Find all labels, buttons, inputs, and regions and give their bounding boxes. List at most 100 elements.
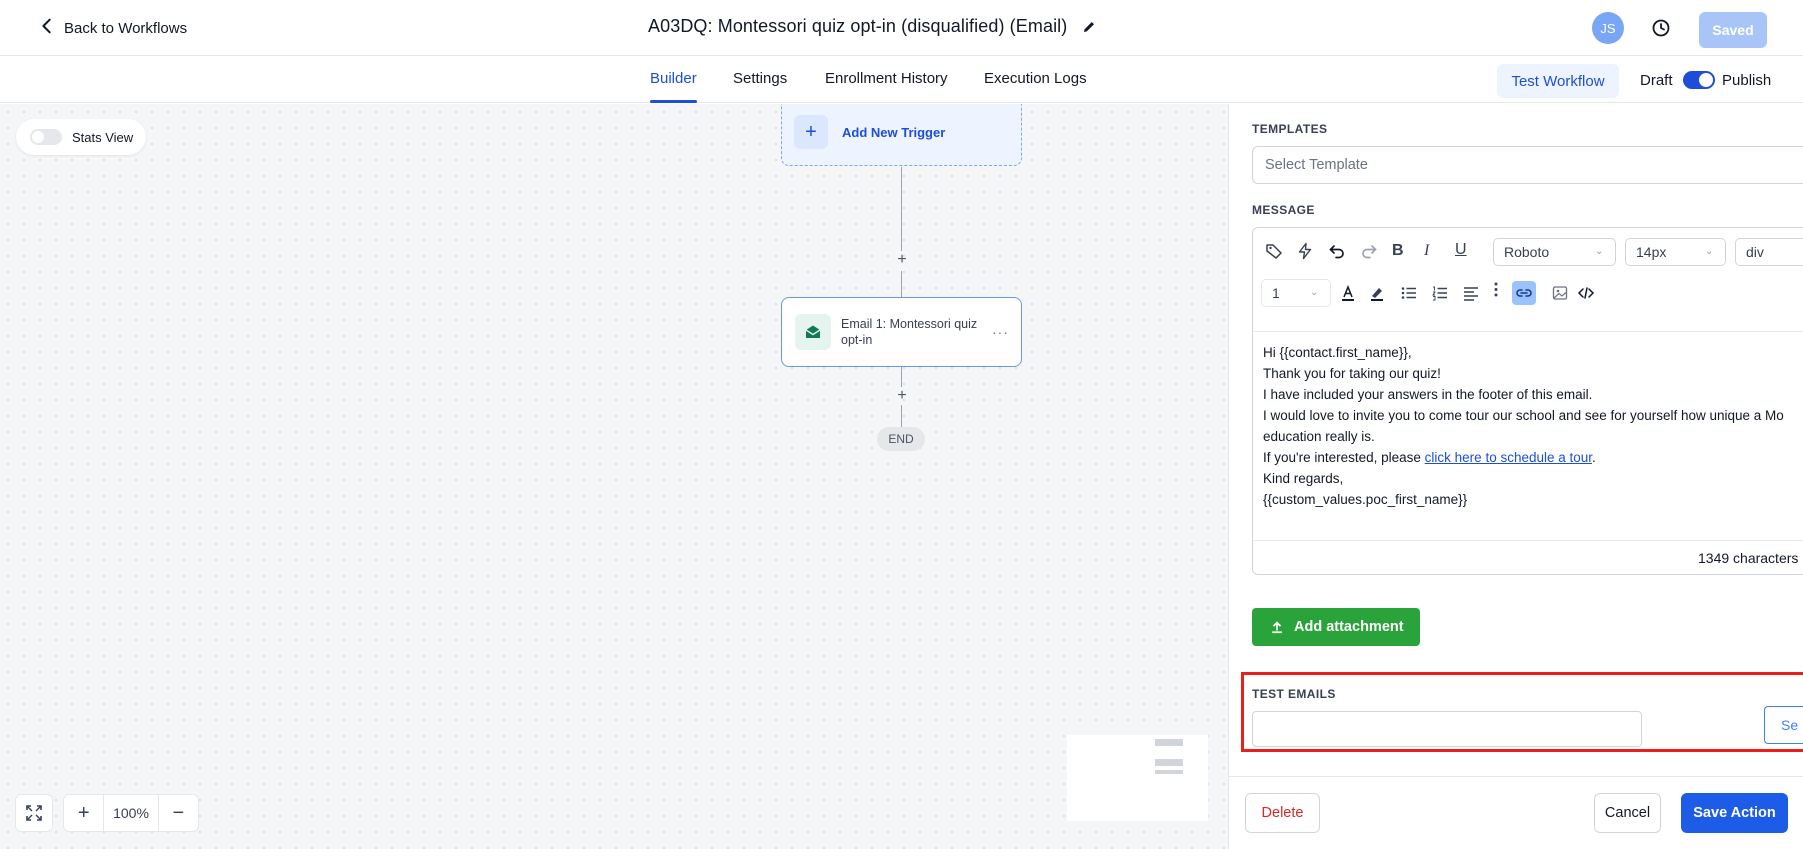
zoom-in-button[interactable]: + xyxy=(64,795,103,831)
action-settings-panel: TEMPLATES Select Template MESSAGE B I U … xyxy=(1228,104,1803,849)
chevron-down-icon: ⌄ xyxy=(1595,246,1604,257)
zoom-out-button[interactable]: − xyxy=(159,795,198,831)
select-template-dropdown[interactable]: Select Template xyxy=(1252,146,1803,184)
more-options-icon[interactable]: ··· xyxy=(992,324,1009,340)
workflow-title: A03DQ: Montessori quiz opt-in (disqualif… xyxy=(648,16,1068,36)
back-to-workflows-link[interactable]: Back to Workflows xyxy=(38,17,187,39)
code-icon[interactable] xyxy=(1575,282,1597,304)
publish-toggle[interactable] xyxy=(1683,71,1715,89)
connector-line xyxy=(901,271,902,298)
tab-builder[interactable]: Builder xyxy=(650,70,697,87)
editor-toolbar-row-2: 1 ⌄ xyxy=(1253,276,1803,316)
text-color-icon[interactable] xyxy=(1337,282,1359,304)
save-action-button[interactable]: Save Action xyxy=(1681,793,1788,833)
add-new-trigger-node[interactable]: + Add New Trigger xyxy=(781,104,1022,166)
active-tab-indicator xyxy=(650,100,697,103)
chevron-left-icon xyxy=(38,17,56,39)
zoom-controls: + 100% − xyxy=(63,794,199,832)
publish-label: Publish xyxy=(1722,72,1772,89)
plus-icon: + xyxy=(794,115,828,149)
font-size-value: 14px xyxy=(1636,244,1667,260)
line-height-select[interactable]: 1 ⌄ xyxy=(1261,279,1331,307)
test-emails-label: TEST EMAILS xyxy=(1252,687,1336,701)
message-line: {{custom_values.poc_first_name}} xyxy=(1263,492,1468,507)
workflow-canvas[interactable]: Stats View + Add New Trigger + Email 1: … xyxy=(0,104,1228,849)
avatar[interactable]: JS xyxy=(1592,12,1624,44)
test-emails-input[interactable] xyxy=(1252,711,1642,747)
italic-icon[interactable]: I xyxy=(1424,242,1429,260)
workflow-title-group: A03DQ: Montessori quiz opt-in (disqualif… xyxy=(648,16,1097,37)
message-editor[interactable]: B I U Roboto ⌄ 14px ⌄ div 1 ⌄ Hi {{conta… xyxy=(1252,227,1803,575)
redo-icon[interactable] xyxy=(1358,240,1380,262)
test-emails-section: TEST EMAILS Se xyxy=(1241,672,1803,752)
numbered-list-icon[interactable] xyxy=(1429,282,1451,304)
upload-icon xyxy=(1272,621,1282,634)
add-attachment-label: Add attachment xyxy=(1294,619,1404,635)
minimap-bar xyxy=(1155,739,1183,746)
send-test-email-button[interactable]: Se xyxy=(1764,706,1803,744)
message-line: Thank you for taking our quiz! xyxy=(1263,366,1441,381)
message-line: If you're interested, please click here … xyxy=(1263,447,1803,468)
connector-line xyxy=(901,405,902,427)
email-envelope-icon xyxy=(795,314,831,350)
highlight-color-icon[interactable] xyxy=(1366,282,1388,304)
editor-toolbar-row-1: B I U Roboto ⌄ 14px ⌄ div xyxy=(1253,235,1803,275)
message-line: Hi {{contact.first_name}}, xyxy=(1263,345,1412,360)
more-vertical-icon[interactable] xyxy=(1485,279,1507,301)
underline-icon[interactable]: U xyxy=(1455,241,1467,259)
character-count-divider xyxy=(1253,540,1803,541)
templates-label: TEMPLATES xyxy=(1252,122,1328,136)
block-type-select[interactable]: div xyxy=(1735,238,1803,266)
message-text: . xyxy=(1592,450,1596,465)
link-icon[interactable] xyxy=(1512,281,1536,305)
email-action-node[interactable]: Email 1: Montessori quiz opt-in ··· xyxy=(781,297,1022,367)
delete-button[interactable]: Delete xyxy=(1245,793,1320,833)
align-icon[interactable] xyxy=(1460,282,1482,304)
chevron-down-icon: ⌄ xyxy=(1705,246,1714,257)
message-line: I have included your answers in the foot… xyxy=(1263,387,1593,402)
stats-toggle-switch[interactable] xyxy=(30,129,62,145)
pencil-icon[interactable] xyxy=(1081,19,1097,35)
minimap[interactable] xyxy=(1067,735,1208,821)
history-clock-icon[interactable] xyxy=(1650,17,1672,39)
bullet-list-icon[interactable] xyxy=(1398,282,1420,304)
bold-icon[interactable]: B xyxy=(1392,242,1404,260)
font-family-value: Roboto xyxy=(1504,244,1550,260)
test-workflow-button[interactable]: Test Workflow xyxy=(1497,64,1619,98)
schedule-tour-link[interactable]: click here to schedule a tour xyxy=(1425,450,1592,465)
add-step-plus-icon[interactable]: + xyxy=(895,252,909,268)
stats-view-label: Stats View xyxy=(72,129,134,145)
tag-icon[interactable] xyxy=(1263,240,1285,262)
fit-view-button[interactable] xyxy=(15,794,53,832)
message-line: I would love to invite you to come tour … xyxy=(1263,408,1784,423)
character-count: 1349 characters xyxy=(1698,550,1799,566)
message-label: MESSAGE xyxy=(1252,203,1315,217)
draft-label: Draft xyxy=(1640,72,1673,89)
tab-enrollment-history[interactable]: Enrollment History xyxy=(825,70,948,87)
stats-view-toggle[interactable]: Stats View xyxy=(16,119,146,155)
undo-icon[interactable] xyxy=(1326,240,1348,262)
saved-button[interactable]: Saved xyxy=(1699,12,1767,48)
top-header: Back to Workflows A03DQ: Montessori quiz… xyxy=(0,0,1803,56)
end-node: END xyxy=(877,427,925,451)
chevron-down-icon: ⌄ xyxy=(1310,287,1319,298)
font-family-select[interactable]: Roboto ⌄ xyxy=(1493,238,1616,266)
cancel-button[interactable]: Cancel xyxy=(1594,793,1661,833)
message-body[interactable]: Hi {{contact.first_name}}, Thank you for… xyxy=(1263,342,1803,510)
font-size-select[interactable]: 14px ⌄ xyxy=(1625,238,1726,266)
tabs-bar: Builder Settings Enrollment History Exec… xyxy=(0,56,1803,103)
message-line: education really is. xyxy=(1263,429,1375,444)
connector-line xyxy=(901,367,902,387)
lightning-icon[interactable] xyxy=(1294,240,1316,262)
image-icon[interactable] xyxy=(1549,282,1571,304)
toolbar-divider xyxy=(1253,331,1803,332)
footer-divider xyxy=(1229,776,1803,777)
minimap-bar xyxy=(1155,759,1183,766)
message-text: If you're interested, please xyxy=(1263,450,1425,465)
expand-icon xyxy=(26,805,42,821)
tab-execution-logs[interactable]: Execution Logs xyxy=(984,70,1087,87)
add-attachment-button[interactable]: Add attachment xyxy=(1252,608,1420,646)
tab-settings[interactable]: Settings xyxy=(733,70,787,87)
add-step-plus-icon[interactable]: + xyxy=(895,388,909,404)
line-height-value: 1 xyxy=(1272,285,1280,301)
